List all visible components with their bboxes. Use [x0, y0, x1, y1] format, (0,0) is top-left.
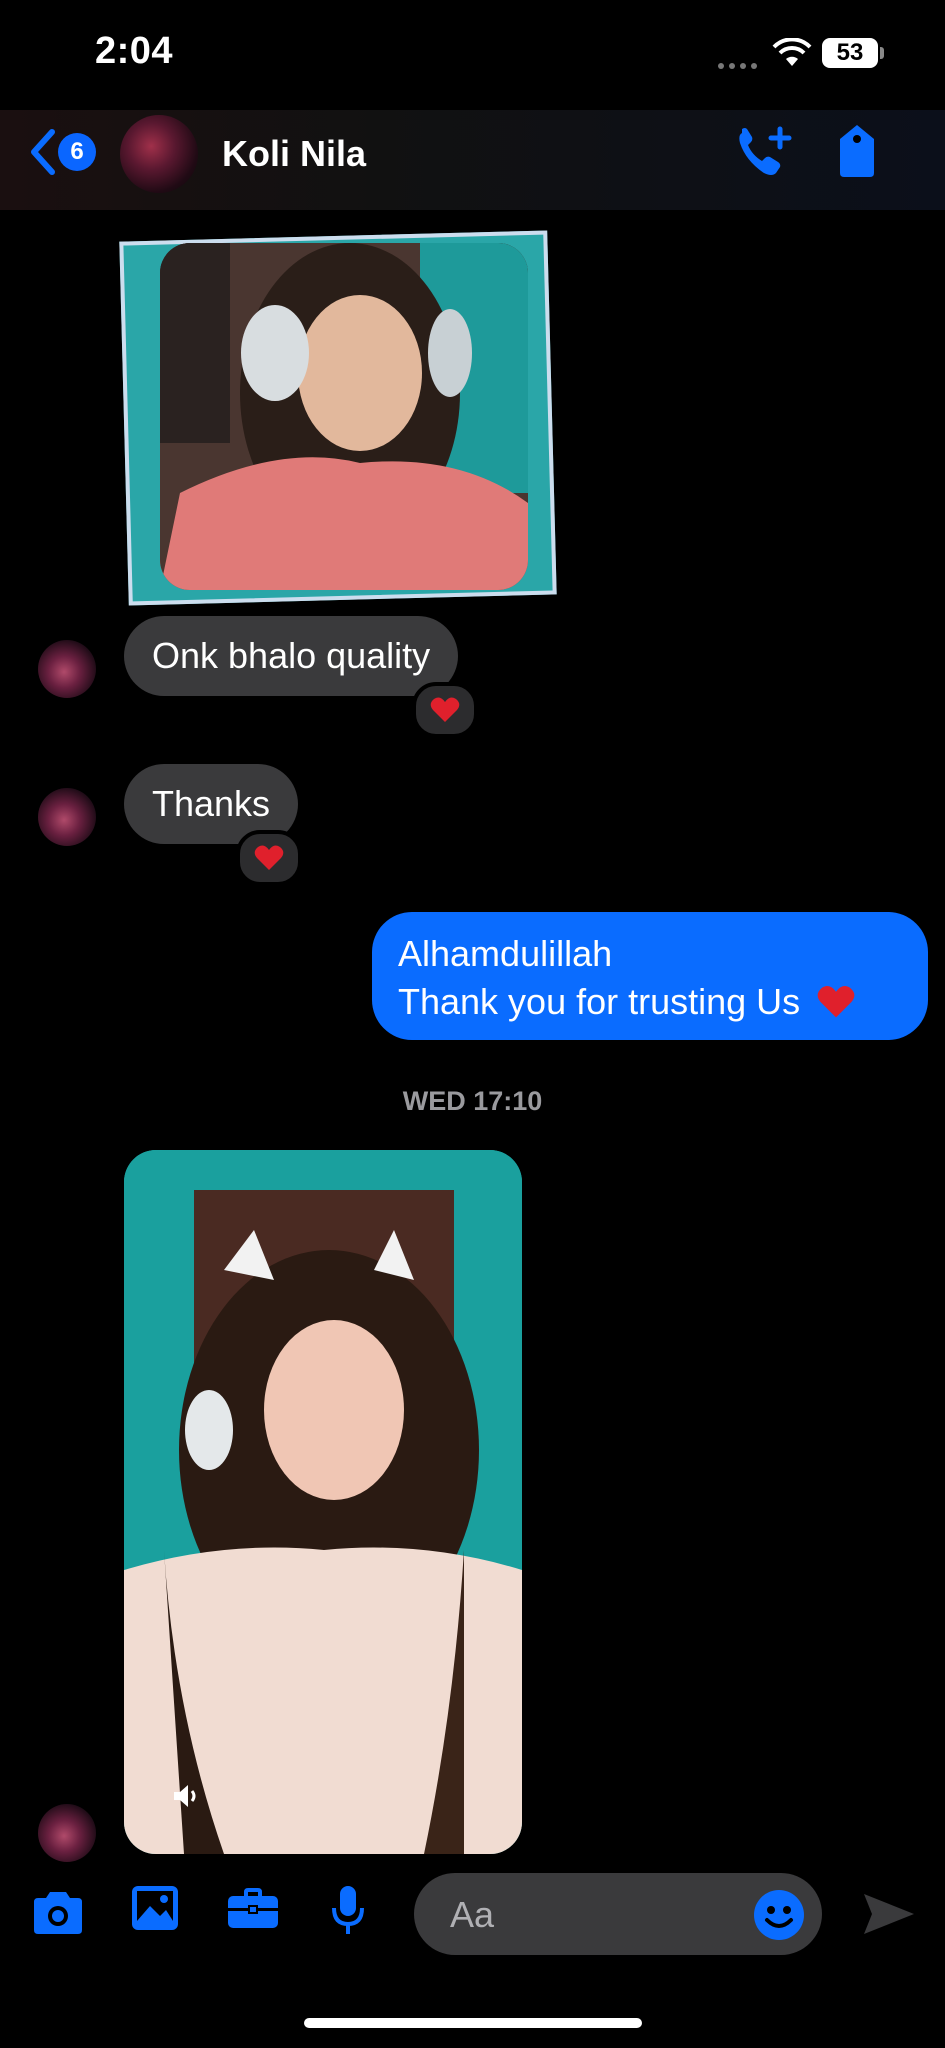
mic-icon[interactable] — [330, 1884, 366, 1941]
photo-message[interactable] — [119, 208, 557, 606]
message-text: Thank you for trusting Us — [398, 981, 801, 1022]
emoji-icon[interactable] — [752, 1888, 806, 1947]
sender-avatar[interactable] — [38, 1804, 96, 1862]
battery-tip — [880, 47, 884, 59]
heart-icon — [254, 845, 284, 870]
home-indicator — [304, 2018, 642, 2028]
toolbox-icon[interactable] — [226, 1886, 280, 1935]
heart-reaction[interactable] — [412, 682, 478, 738]
camera-icon[interactable] — [30, 1890, 86, 1941]
contact-name[interactable]: Koli Nila — [222, 133, 366, 175]
contact-avatar[interactable] — [120, 115, 198, 193]
back-chevron-icon[interactable] — [26, 128, 58, 181]
speaker-icon[interactable] — [172, 1782, 200, 1815]
image-icon[interactable] — [130, 1884, 180, 1937]
message-input-placeholder: Aa — [450, 1894, 495, 1935]
status-time: 2:04 — [95, 30, 174, 72]
heart-icon — [430, 697, 460, 722]
message-bubble-outgoing[interactable]: Alhamdulillah Thank you for trusting Us — [372, 912, 928, 1040]
signal-icon — [716, 58, 760, 76]
tag-icon[interactable] — [834, 123, 880, 184]
sender-avatar[interactable] — [38, 788, 96, 846]
video-message[interactable] — [124, 1150, 522, 1854]
wifi-icon — [772, 37, 812, 73]
unread-count-badge[interactable]: 6 — [58, 133, 96, 171]
heart-reaction[interactable] — [236, 830, 302, 886]
call-add-icon[interactable] — [734, 125, 796, 186]
shared-photo[interactable] — [160, 243, 528, 590]
battery-indicator: 53 — [822, 38, 878, 68]
sender-avatar[interactable] — [38, 640, 96, 698]
message-line: Alhamdulillah — [398, 933, 613, 974]
send-icon[interactable] — [862, 1890, 916, 1943]
message-bubble-incoming[interactable]: Onk bhalo quality — [124, 616, 459, 696]
heart-icon — [817, 985, 855, 1018]
message-timestamp: WED 17:10 — [402, 1086, 543, 1116]
message-line: Thank you for trusting Us — [398, 978, 902, 1026]
